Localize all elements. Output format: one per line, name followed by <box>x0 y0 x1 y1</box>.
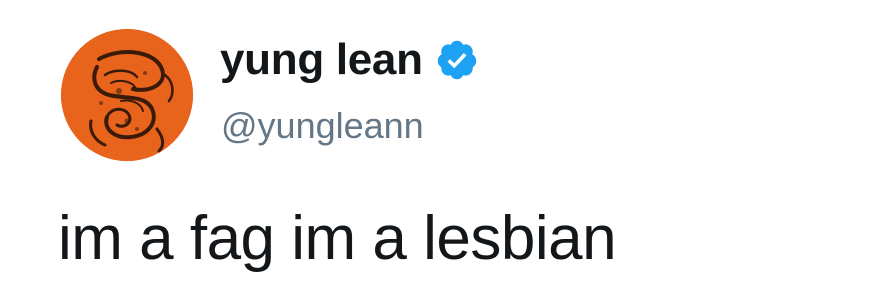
verified-badge-icon <box>437 40 476 80</box>
display-name-row[interactable]: yung lean <box>220 30 479 90</box>
tweet-card: yung lean @yungleann im a fag im a lesbi… <box>0 0 880 293</box>
profile-avatar[interactable] <box>61 29 193 161</box>
display-name[interactable]: yung lean <box>220 38 423 82</box>
snake-coil-avatar-icon <box>61 29 193 161</box>
user-handle[interactable]: @yungleann <box>221 108 424 144</box>
tweet-text: im a fag im a lesbian <box>58 204 617 273</box>
